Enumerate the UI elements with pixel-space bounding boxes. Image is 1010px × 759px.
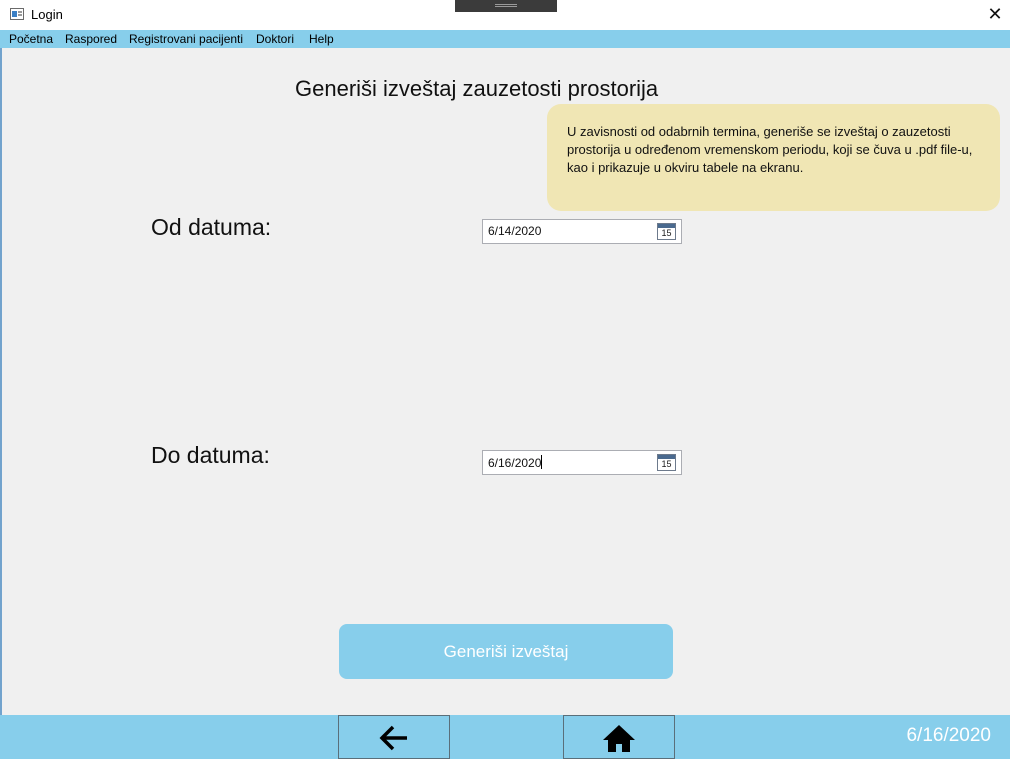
menu-item-raspored[interactable]: Raspored: [65, 32, 117, 46]
title-bar: Login ✕: [0, 0, 1010, 30]
page-title: Generiši izveštaj zauzetosti prostorija: [295, 76, 659, 101]
menu-item-pocetna[interactable]: Početna: [9, 32, 53, 46]
menu-item-registrovani-pacijenti[interactable]: Registrovani pacijenti: [129, 32, 243, 46]
to-date-label: Do datuma:: [151, 442, 270, 468]
close-button[interactable]: ✕: [982, 2, 1008, 28]
menu-bar: Početna Raspored Registrovani pacijenti …: [0, 30, 1010, 48]
calendar-icon-day: 15: [661, 459, 672, 469]
drag-handle[interactable]: [455, 0, 557, 12]
arrow-left-icon: [379, 725, 407, 751]
generate-report-button[interactable]: Generiši izveštaj: [339, 624, 673, 679]
menu-item-doktori[interactable]: Doktori: [256, 32, 294, 46]
footer-date: 6/16/2020: [906, 725, 991, 746]
menu-item-help[interactable]: Help: [309, 32, 334, 46]
from-date-picker[interactable]: 6/14/2020 15: [482, 219, 682, 244]
help-tooltip: U zavisnosti od odabrnih termina, generi…: [547, 104, 1000, 211]
calendar-icon[interactable]: 15: [657, 223, 676, 240]
home-icon: [603, 725, 635, 752]
to-date-input[interactable]: 6/16/2020: [488, 455, 543, 470]
back-button[interactable]: [338, 715, 450, 759]
window-app-icon: [10, 8, 24, 20]
calendar-icon-day: 15: [661, 228, 672, 238]
from-date-label: Od datuma:: [151, 214, 272, 240]
footer-bar: 6/16/2020: [0, 715, 1010, 759]
to-date-value: 6/16/2020: [488, 456, 542, 470]
window-left-edge: [0, 48, 2, 759]
window-title: Login: [31, 7, 63, 22]
home-button[interactable]: [563, 715, 675, 759]
calendar-icon[interactable]: 15: [657, 454, 676, 471]
text-caret: [541, 455, 543, 469]
from-date-value[interactable]: 6/14/2020: [488, 224, 541, 238]
help-tooltip-text: U zavisnosti od odabrnih termina, generi…: [567, 124, 973, 175]
to-date-picker[interactable]: 6/16/2020 15: [482, 450, 682, 475]
